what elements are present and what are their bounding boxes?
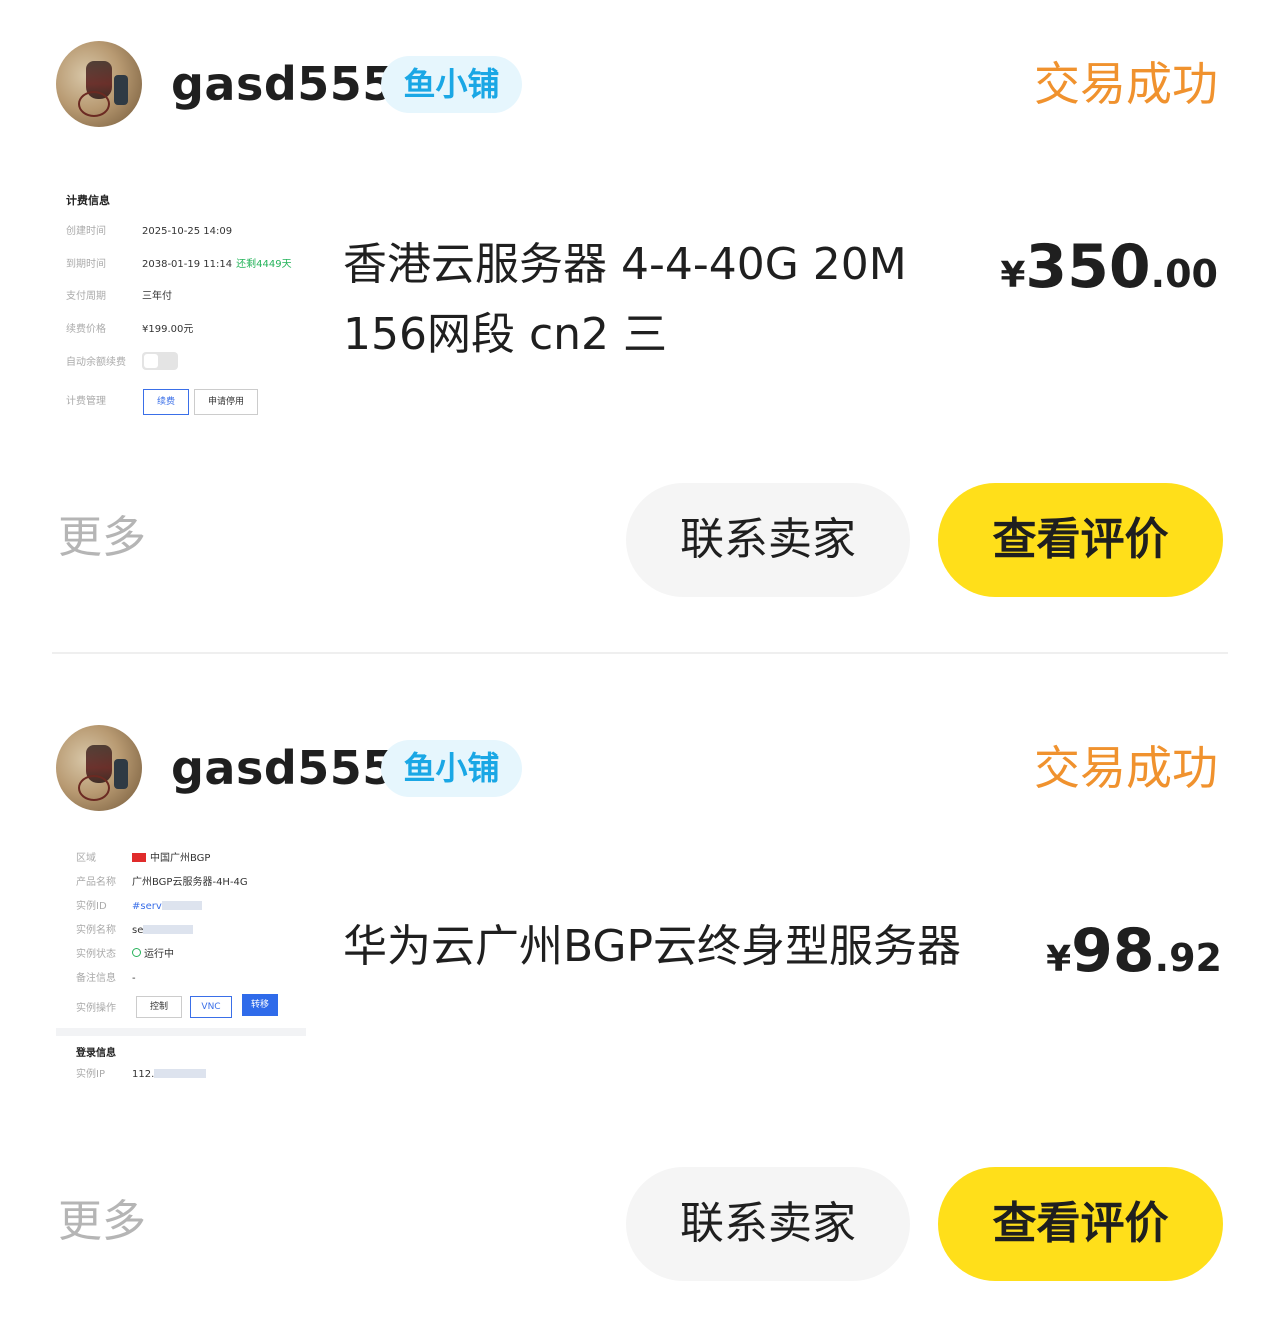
thumb-row-label: 支付周期: [66, 291, 106, 302]
thumb-row-label: 产品名称: [76, 877, 116, 888]
thumb-row-label: 实例状态: [76, 949, 116, 960]
thumb-row-value-text: se: [132, 925, 144, 936]
seller-name[interactable]: gasd555: [171, 54, 395, 114]
more-button[interactable]: 更多: [58, 1192, 146, 1252]
thumb-row: 区域 中国广州BGP: [76, 852, 210, 866]
product-thumbnail[interactable]: 区域 中国广州BGP 产品名称 广州BGP云服务器-4H-4G 实例ID #se…: [56, 850, 306, 1120]
thumb-row: 实例状态 运行中: [76, 948, 174, 962]
thumb-row-label: 自动余额续费: [66, 357, 126, 368]
thumb-row-value-text: #serv: [132, 901, 162, 912]
thumb-row-value-text: 2038-01-19 11:14: [142, 259, 233, 270]
auto-renew-toggle: [142, 352, 178, 370]
thumb-row: 备注信息 -: [76, 972, 136, 986]
thumb-row-label: 备注信息: [76, 973, 116, 984]
thumb-row-label: 实例操作: [76, 1003, 116, 1014]
thumb-row: 实例IP 112.: [76, 1068, 207, 1082]
thumb-vnc-button: VNC: [190, 996, 232, 1018]
thumb-row-label: 实例IP: [76, 1069, 105, 1080]
thumb-row: 计费管理: [66, 395, 106, 409]
seller-avatar[interactable]: [56, 725, 142, 811]
thumb-control-button: 控制: [136, 996, 182, 1018]
avatar-ring-graphic: [78, 775, 110, 801]
thumb-row: 创建时间 2025-10-25 14:09: [66, 225, 232, 239]
thumb-row-value: 广州BGP云服务器-4H-4G: [132, 877, 248, 888]
china-flag-icon: [132, 853, 146, 862]
redacted-blur: [154, 1069, 207, 1078]
product-price: ¥350.00: [1000, 232, 1218, 317]
product-price: ¥98.92: [1046, 916, 1222, 1001]
order-divider: [52, 652, 1228, 654]
thumb-row: 实例ID #serv: [76, 900, 202, 914]
thumb-row: 支付周期 三年付: [66, 290, 172, 304]
thumb-row-value: 中国广州BGP: [132, 852, 210, 866]
seller-avatar[interactable]: [56, 41, 142, 127]
running-status-icon: [132, 948, 141, 957]
shop-badge: 鱼小铺: [381, 56, 522, 113]
thumb-suspend-button: 申请停用: [194, 389, 258, 415]
shop-badge: 鱼小铺: [381, 740, 522, 797]
price-integer: 98: [1071, 916, 1155, 986]
thumb-row-value-text: 中国广州BGP: [150, 853, 211, 864]
avatar-bottle-graphic: [114, 75, 128, 105]
thumb-row-value: se: [132, 924, 194, 938]
thumb-row-value: #serv: [132, 900, 202, 914]
avatar-bottle-graphic: [114, 759, 128, 789]
product-thumbnail[interactable]: 计费信息 创建时间 2025-10-25 14:09 到期时间 2038-01-…: [56, 170, 306, 440]
thumb-row-note: 还剩4449天: [236, 259, 292, 270]
thumb-row-label: 续费价格: [66, 324, 106, 335]
thumb-heading: 计费信息: [66, 194, 110, 207]
more-button[interactable]: 更多: [58, 508, 146, 568]
thumb-row-value: 运行中: [132, 948, 174, 962]
thumb-transfer-button: 转移: [242, 994, 278, 1016]
redacted-blur: [143, 925, 194, 934]
thumb-row: 续费价格 ¥199.00元: [66, 323, 193, 337]
thumb-row: 实例名称 se: [76, 924, 194, 938]
order-status: 交易成功: [1034, 57, 1218, 111]
thumb-row-value: 三年付: [142, 291, 172, 302]
thumb-row-value: 2025-10-25 14:09: [142, 226, 233, 237]
seller-name[interactable]: gasd555: [171, 738, 395, 798]
thumb-row-label: 计费管理: [66, 396, 106, 407]
thumb-row-value-text: 112.: [132, 1069, 155, 1080]
redacted-blur: [161, 901, 202, 910]
view-review-button[interactable]: 查看评价: [938, 1167, 1223, 1281]
thumb-row-value-text: 运行中: [144, 949, 174, 960]
thumb-row-label: 实例名称: [76, 925, 116, 936]
price-decimal: .00: [1150, 252, 1218, 296]
view-review-button[interactable]: 查看评价: [938, 483, 1223, 597]
thumb-row-label: 实例ID: [76, 901, 107, 912]
thumb-row-label: 区域: [76, 853, 96, 864]
thumb-row-value: 2038-01-19 11:14 还剩4449天: [142, 258, 292, 272]
product-title[interactable]: 香港云服务器 4-4-40G 20M 156网段 cn2 三: [343, 230, 953, 370]
thumb-row: 实例操作: [76, 1002, 116, 1016]
price-currency: ¥: [1046, 939, 1072, 980]
order-status: 交易成功: [1034, 741, 1218, 795]
thumb-row-value: -: [132, 973, 136, 984]
order-card: gasd555 鱼小铺 交易成功 区域 中国广州BGP 产品名称 广州BGP云服…: [0, 684, 1280, 1324]
price-integer: 350: [1025, 232, 1151, 302]
thumb-row-value: 112.: [132, 1068, 207, 1082]
product-title[interactable]: 华为云广州BGP云终身型服务器: [343, 912, 993, 982]
contact-seller-button[interactable]: 联系卖家: [626, 483, 910, 597]
thumb-heading: 登录信息: [76, 1048, 116, 1059]
thumb-row-label: 到期时间: [66, 259, 106, 270]
thumb-renew-button: 续费: [143, 389, 189, 415]
thumb-row-value: ¥199.00元: [142, 324, 194, 335]
order-card: gasd555 鱼小铺 交易成功 计费信息 创建时间 2025-10-25 14…: [0, 0, 1280, 640]
price-currency: ¥: [1000, 255, 1026, 296]
contact-seller-button[interactable]: 联系卖家: [626, 1167, 910, 1281]
avatar-ring-graphic: [78, 91, 110, 117]
thumb-section-divider: [56, 1028, 306, 1036]
thumb-row: 到期时间 2038-01-19 11:14 还剩4449天: [66, 258, 292, 272]
price-decimal: .92: [1154, 936, 1222, 980]
thumb-row: 产品名称 广州BGP云服务器-4H-4G: [76, 876, 248, 890]
thumb-row: 自动余额续费: [66, 356, 126, 370]
thumb-row-label: 创建时间: [66, 226, 106, 237]
